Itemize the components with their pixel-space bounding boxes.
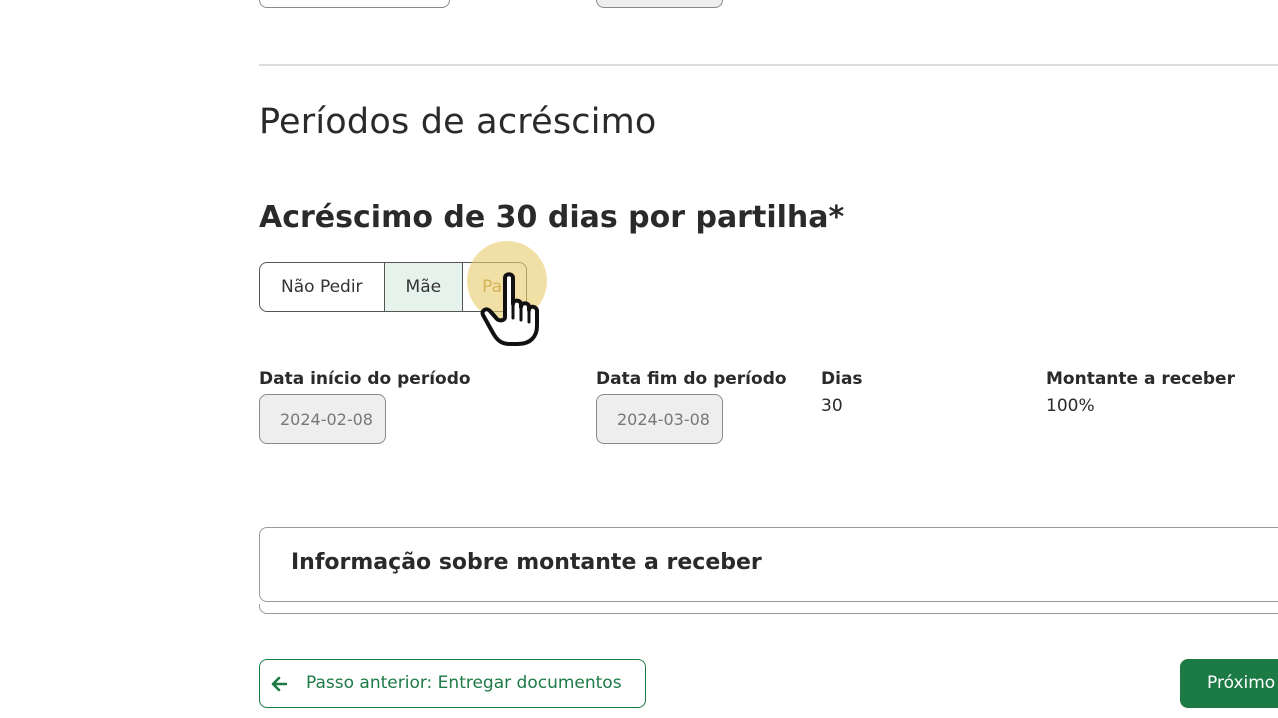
section-title: Períodos de acréscimo (259, 102, 657, 142)
previous-step-button[interactable]: Passo anterior: Entregar documentos (259, 659, 646, 708)
option-nao-pedir[interactable]: Não Pedir (260, 263, 384, 311)
amount-label: Montante a receber (1046, 369, 1235, 389)
accordion-bottom-edge (259, 604, 1278, 614)
days-value: 30 (821, 396, 843, 416)
accordion-title: Informação sobre montante a receber (291, 550, 762, 575)
previous-step-label: Passo anterior: Entregar documentos (306, 673, 622, 693)
start-date-input[interactable] (259, 394, 386, 444)
option-mae[interactable]: Mãe (383, 263, 463, 311)
section-divider (259, 64, 1278, 66)
previous-input-stub (259, 0, 450, 8)
start-date-label: Data início do período (259, 369, 471, 389)
amount-info-accordion[interactable]: Informação sobre montante a receber (259, 527, 1278, 602)
arrow-left-icon (271, 676, 287, 692)
end-date-label: Data fim do período (596, 369, 787, 389)
days-label: Dias (821, 369, 863, 389)
amount-value: 100% (1046, 396, 1095, 416)
end-date-input[interactable] (596, 394, 723, 444)
question-title: Acréscimo de 30 dias por partilha* (259, 200, 845, 235)
hand-pointer-icon (480, 272, 539, 346)
next-step-button[interactable]: Próximo (1180, 659, 1278, 708)
previous-date-input-stub (596, 0, 723, 8)
